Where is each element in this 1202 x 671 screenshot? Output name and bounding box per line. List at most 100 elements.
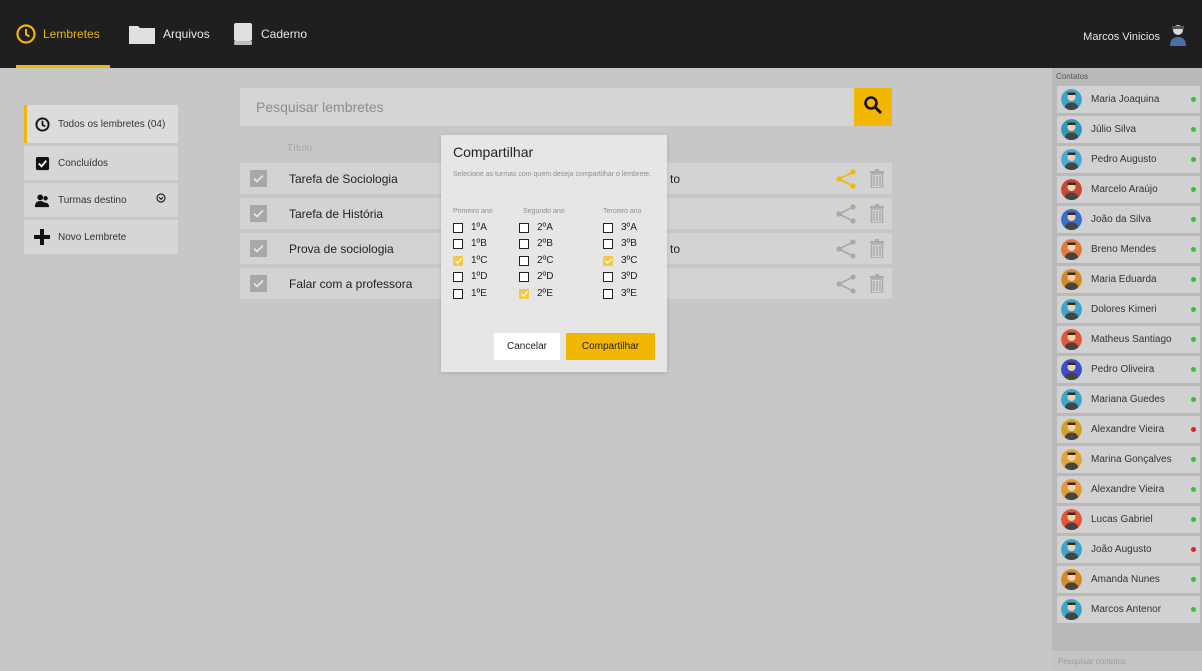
share-icon[interactable] [835,239,857,262]
share-button[interactable]: Compartilhar [566,333,655,360]
contacts-search-input[interactable] [1052,651,1202,671]
trash-icon[interactable] [870,239,884,261]
list-item[interactable]: Amanda Nunes [1057,566,1200,593]
reminder-title: Falar com a professora [289,277,413,291]
class-checkbox[interactable]: 1ºA [453,222,487,233]
status-indicator [1191,607,1196,612]
search-button[interactable] [854,88,892,126]
class-checkbox[interactable]: 3ºA [603,222,637,233]
search-icon [863,95,883,120]
tab-caderno[interactable]: Caderno [232,0,307,68]
contact-name: Marina Gonçalves [1091,454,1172,465]
done-checkbox[interactable] [250,205,267,222]
share-icon[interactable] [835,169,857,192]
contact-name: Maria Eduarda [1091,274,1157,285]
trash-icon[interactable] [870,169,884,191]
checkbox-unchecked [519,222,529,233]
column-header: Terceiro ano [603,208,642,215]
list-item[interactable]: Lucas Gabriel [1057,506,1200,533]
contact-name: Lucas Gabriel [1091,514,1153,525]
done-checkbox[interactable] [250,275,267,292]
status-indicator [1191,277,1196,282]
avatar [1061,179,1082,200]
checkbox-checked [603,255,613,266]
list-item[interactable]: Matheus Santiago [1057,326,1200,353]
contact-name: Pedro Augusto [1091,154,1157,165]
tab-arquivos[interactable]: Arquivos [128,0,210,68]
list-item[interactable]: Maria Joaquina [1057,86,1200,113]
sidebar-item-all-reminders[interactable]: Todos os lembretes (04) [24,105,178,143]
list-item[interactable]: Júlio Silva [1057,116,1200,143]
class-checkbox[interactable]: 1ºB [453,238,487,249]
class-checkbox[interactable]: 2ºC [519,255,553,266]
class-checkbox[interactable]: 2ºD [519,271,553,282]
cancel-button[interactable]: Cancelar [494,333,560,360]
checkbox-label: 1ºE [471,288,487,299]
status-indicator [1191,517,1196,522]
list-item[interactable]: Breno Mendes [1057,236,1200,263]
checkbox-label: 1ºC [471,255,488,266]
tab-lembretes[interactable]: Lembretes [16,0,110,68]
sidebar-item-completed[interactable]: Concluídos [24,146,178,180]
class-checkbox[interactable]: 1ºE [453,288,487,299]
contact-name: Dolores Kimeri [1091,304,1157,315]
sidebar-item-target-classes[interactable]: Turmas destino [24,183,178,217]
class-checkbox[interactable]: 1ºC [453,255,487,266]
class-checkbox[interactable]: 2ºA [519,222,553,233]
contact-name: Alexandre Vieira [1091,484,1165,495]
plus-icon [34,229,50,245]
class-checkbox[interactable]: 1ºD [453,271,487,282]
contact-name: Breno Mendes [1091,244,1157,255]
list-item[interactable]: Alexandre Vieira [1057,416,1200,443]
contact-name: Júlio Silva [1091,124,1137,135]
list-item[interactable]: Alexandre Vieira [1057,476,1200,503]
chevron-down-icon[interactable] [156,193,166,206]
tab-label: Arquivos [163,27,210,41]
list-item[interactable]: João da Silva [1057,206,1200,233]
list-item[interactable]: Pedro Oliveira [1057,356,1200,383]
share-icon[interactable] [835,204,857,227]
sidebar-item-new-reminder[interactable]: Novo Lembrete [24,220,178,254]
avatar [1061,209,1082,230]
list-item[interactable]: Marcos Antenor [1057,596,1200,623]
status-indicator [1191,337,1196,342]
list-item[interactable]: Mariana Guedes [1057,386,1200,413]
list-item[interactable]: João Augusto [1057,536,1200,563]
reminder-title: Tarefa de Sociologia [289,172,398,186]
checkbox-unchecked [453,288,463,299]
class-checkbox[interactable]: 3ºB [603,238,637,249]
contact-name: Alexandre Vieira [1091,424,1165,435]
list-item[interactable]: Marina Gonçalves [1057,446,1200,473]
active-tab-indicator [16,65,110,68]
user-menu[interactable]: Marcos Vinicios [1083,24,1188,49]
trash-icon[interactable] [870,274,884,296]
contacts-header: Contatos [1056,72,1089,81]
search-input[interactable] [240,88,854,126]
share-icon[interactable] [835,274,857,297]
class-checkbox[interactable]: 3ºE [603,288,637,299]
class-checkbox[interactable]: 2ºE [519,288,553,299]
column-header-title: Título [287,143,313,154]
list-item[interactable]: Marcelo Araújo [1057,176,1200,203]
list-item[interactable]: Dolores Kimeri [1057,296,1200,323]
list-item[interactable]: Pedro Augusto [1057,146,1200,173]
checkbox-label: 2ºE [537,288,553,299]
class-checkbox[interactable]: 3ºC [603,255,637,266]
sidebar-item-label: Concluídos [58,157,109,169]
class-checkbox[interactable]: 3ºD [603,271,637,282]
class-checkbox[interactable]: 2ºB [519,238,553,249]
list-item[interactable]: Maria Eduarda [1057,266,1200,293]
trash-icon[interactable] [870,204,884,226]
reminder-extra: to [670,172,681,186]
column-header: Segundo ano [523,208,565,215]
avatar [1061,569,1082,590]
checkbox-label: 2ºC [537,255,554,266]
avatar [1061,419,1082,440]
avatar [1061,539,1082,560]
tab-label: Caderno [261,27,308,41]
done-checkbox[interactable] [250,170,267,187]
status-indicator [1191,577,1196,582]
avatar [1061,359,1082,380]
status-indicator [1191,247,1196,252]
done-checkbox[interactable] [250,240,267,257]
